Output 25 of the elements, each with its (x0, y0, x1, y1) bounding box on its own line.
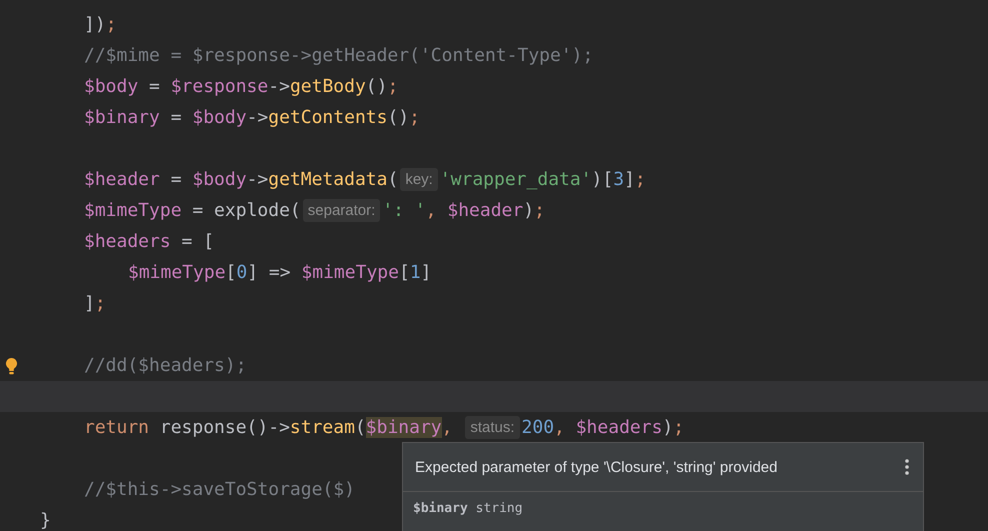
code-text: $header = $body->getMetadata( (84, 169, 398, 190)
lightbulb-icon[interactable] (5, 356, 18, 374)
code-text: //$mime = $response->getHeader('Content-Type'); (84, 45, 594, 66)
code-text: 200, $headers); (522, 417, 684, 438)
code-text: //$this->saveToStorage($) (84, 479, 355, 500)
tooltip-message: Expected parameter of type '\Closure', 'string' provided (415, 458, 778, 476)
code-text: 'wrapper_data')[3]; (440, 169, 646, 190)
parameter-signature: $binary string (413, 501, 523, 516)
code-text: $headers = [ (84, 231, 214, 252)
code-text: , (442, 417, 454, 438)
more-options-icon[interactable] (905, 459, 909, 475)
code-text: } (40, 510, 51, 531)
code-text: //dd($headers); (84, 355, 247, 376)
code-text: ]); (84, 14, 117, 35)
code-text: return response()->stream( (84, 417, 366, 438)
code-text: $mimeType[0] => $mimeType[1] (128, 262, 432, 283)
parameter-hint: status: (465, 416, 520, 439)
code-text: $mimeType = explode( (84, 200, 301, 221)
code-text: ': ', $header); (382, 200, 545, 221)
parameter-hint: key: (400, 168, 438, 191)
parameter-hint: separator: (302, 199, 380, 222)
code-text: $body = $response->getBody(); (84, 76, 398, 97)
highlighted-variable: $binary (366, 417, 442, 438)
code-text: ]; (84, 293, 106, 314)
code-text: $binary = $body->getContents(); (84, 107, 420, 128)
